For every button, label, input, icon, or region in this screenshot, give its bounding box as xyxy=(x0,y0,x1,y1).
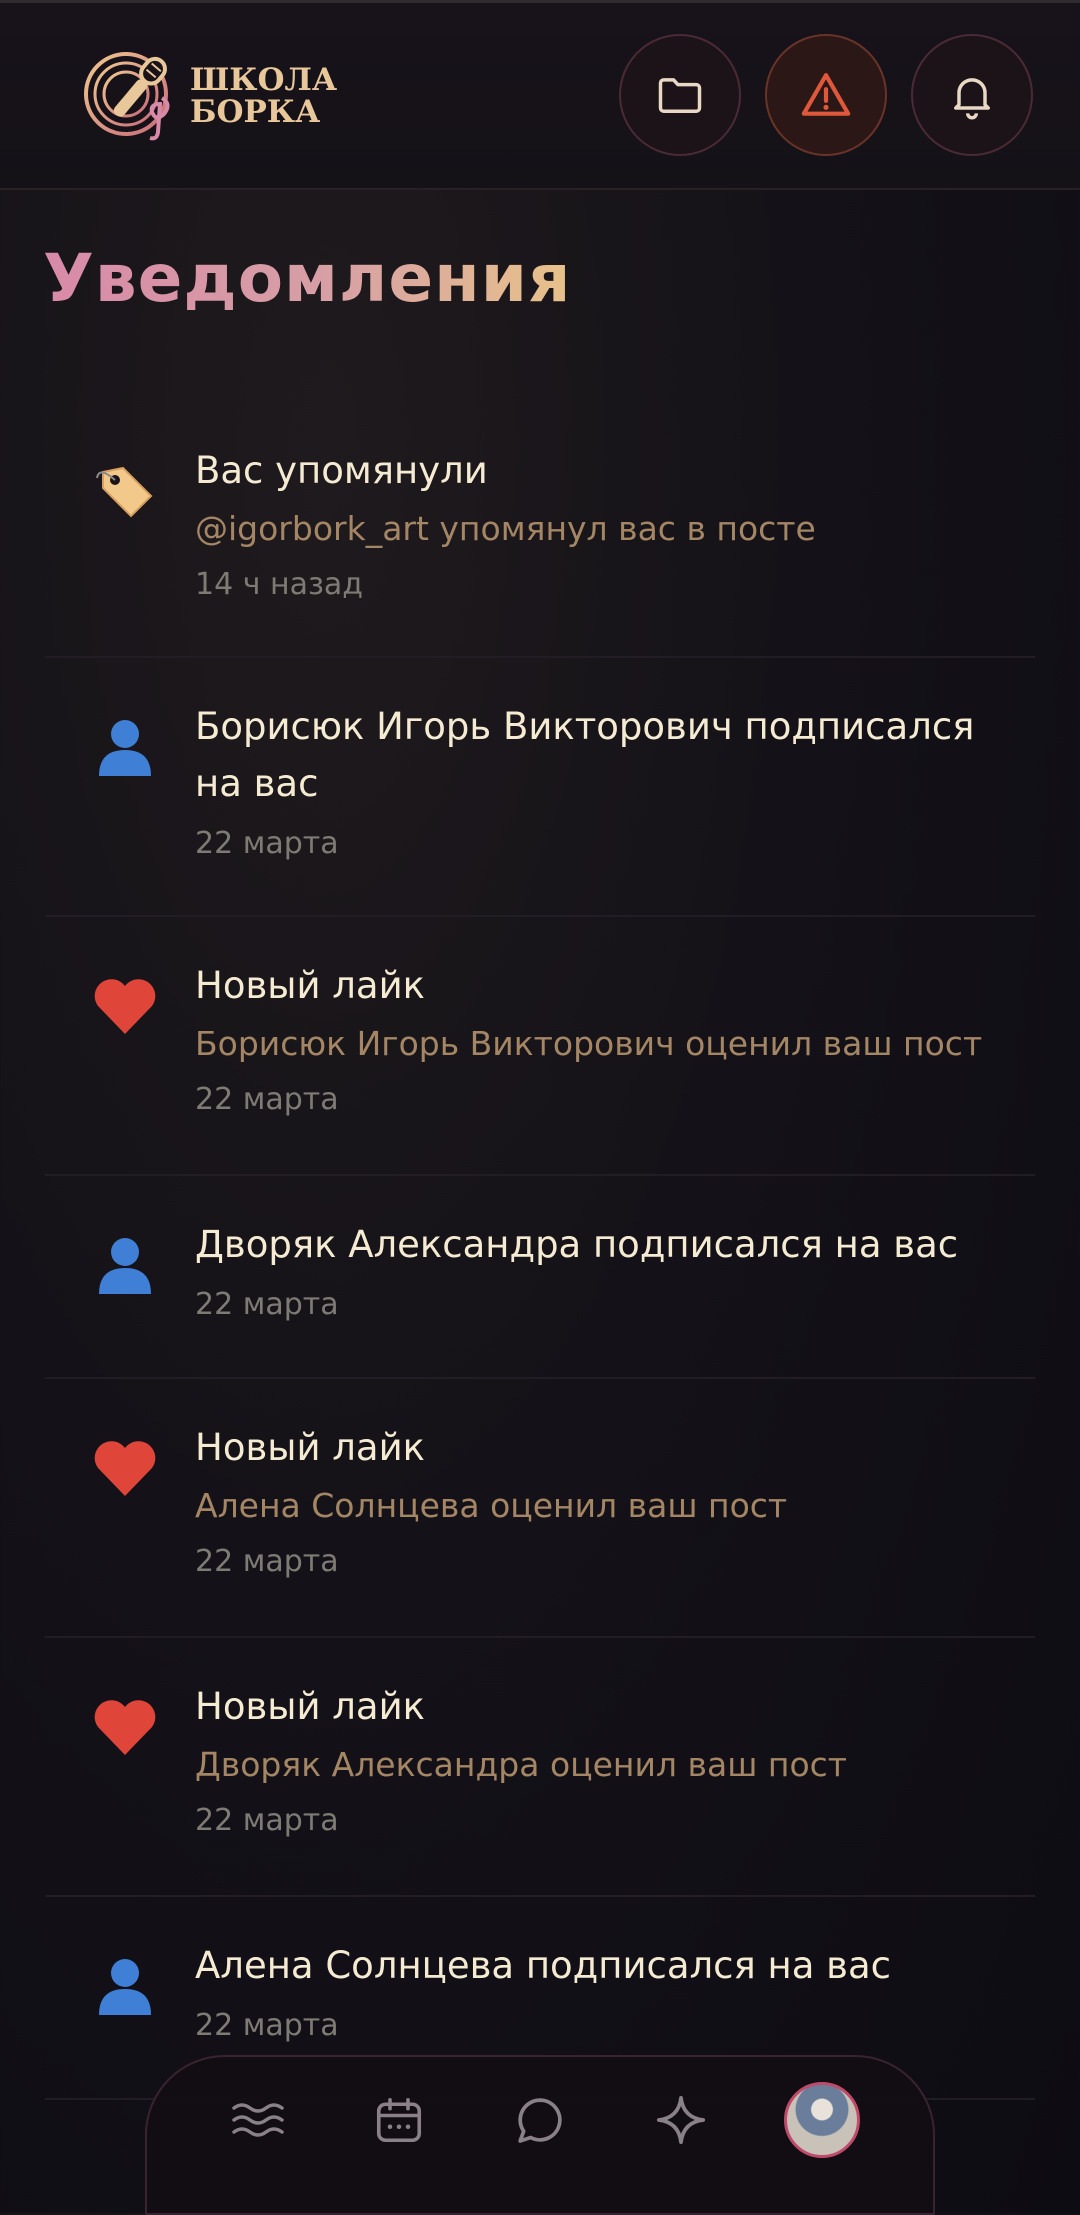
notification-item[interactable]: Борисюк Игорь Викторович подписался на в… xyxy=(45,658,1035,917)
notification-time: 14 ч назад xyxy=(195,567,364,602)
avatar xyxy=(784,2082,861,2158)
folder-icon xyxy=(658,78,702,113)
notification-subtitle: @igorbork_art упомянул вас в посте xyxy=(195,509,816,548)
notification-title: Борисюк Игорь Викторович подписался на в… xyxy=(195,705,975,805)
notifications-list: Вас упомянули @igorbork_art упомянул вас… xyxy=(45,410,1035,2100)
notification-time: 22 марта xyxy=(195,1544,339,1579)
user-icon xyxy=(90,711,160,781)
waves-icon xyxy=(231,2103,284,2137)
nav-profile[interactable] xyxy=(777,2075,867,2165)
user-icon xyxy=(90,1950,160,2020)
notification-item[interactable]: Новый лайк Алена Солнцева оценил ваш пос… xyxy=(45,1379,1035,1638)
heart-icon xyxy=(90,971,160,1041)
bell-icon xyxy=(954,78,990,120)
notification-item[interactable]: Вас упомянули @igorbork_art упомянул вас… xyxy=(45,410,1035,658)
heart-icon xyxy=(90,1692,160,1762)
nav-discover[interactable] xyxy=(636,2075,726,2165)
nav-chat[interactable] xyxy=(495,2075,585,2165)
bottom-nav xyxy=(145,2055,935,2215)
alert-button[interactable] xyxy=(765,34,887,156)
notification-title: Алена Солнцева подписался на вас xyxy=(195,1944,891,1987)
logo-line-2: БОРКА xyxy=(190,94,321,130)
notification-time: 22 марта xyxy=(195,1803,339,1838)
heart-icon xyxy=(90,1433,160,1503)
notification-time: 22 марта xyxy=(195,2008,339,2043)
chat-icon xyxy=(518,2098,562,2143)
notification-title: Новый лайк xyxy=(195,1426,426,1469)
notifications-button[interactable] xyxy=(911,34,1033,156)
page-title: Уведомления xyxy=(43,240,572,317)
notification-time: 22 марта xyxy=(195,826,339,861)
app-logo[interactable]: ШКОЛА БОРКА xyxy=(78,46,338,146)
notification-item[interactable]: Новый лайк Борисюк Игорь Викторович оцен… xyxy=(45,917,1035,1176)
notification-title: Новый лайк xyxy=(195,1685,426,1728)
notification-title: Новый лайк xyxy=(195,964,426,1007)
nav-calendar[interactable] xyxy=(354,2075,444,2165)
folder-button[interactable] xyxy=(619,34,741,156)
notification-title: Дворяк Александра подписался на вас xyxy=(195,1223,959,1266)
notification-item[interactable]: Новый лайк Дворяк Александра оценил ваш … xyxy=(45,1638,1035,1897)
logo-line-1: ШКОЛА xyxy=(190,62,338,98)
calendar-icon xyxy=(376,2097,421,2143)
notification-subtitle: Дворяк Александра оценил ваш пост xyxy=(195,1745,848,1784)
top-bar: ШКОЛА БОРКА xyxy=(0,0,1080,190)
logo-text: ШКОЛА БОРКА xyxy=(190,64,337,128)
user-icon xyxy=(90,1229,160,1299)
warning-icon xyxy=(801,73,851,116)
notification-title: Вас упомянули xyxy=(195,449,488,492)
sparkle-icon xyxy=(657,2095,706,2145)
nav-feed[interactable] xyxy=(213,2075,303,2165)
notification-subtitle: Борисюк Игорь Викторович оценил ваш пост xyxy=(195,1024,983,1063)
notification-item[interactable]: Дворяк Александра подписался на вас 22 м… xyxy=(45,1176,1035,1379)
notification-time: 22 марта xyxy=(195,1287,339,1322)
tag-icon xyxy=(90,455,160,525)
microphone-logo-icon xyxy=(84,52,170,141)
notification-subtitle: Алена Солнцева оценил ваш пост xyxy=(195,1486,788,1525)
notification-time: 22 марта xyxy=(195,1082,339,1117)
